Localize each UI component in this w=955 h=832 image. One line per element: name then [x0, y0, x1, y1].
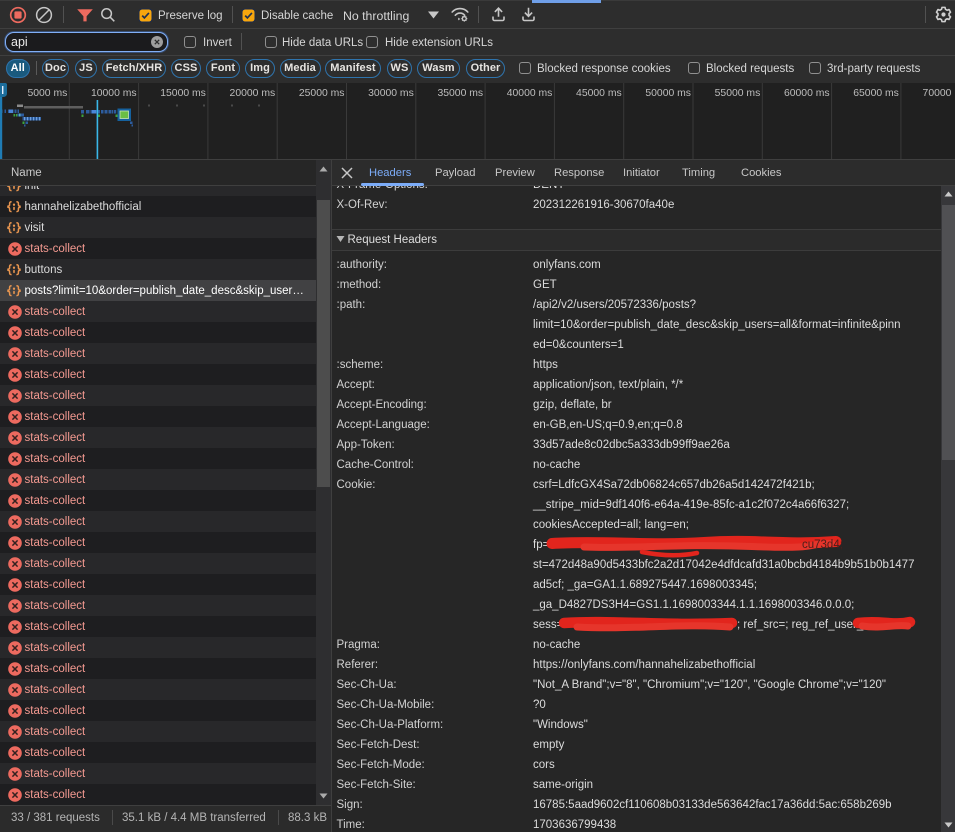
- svg-text:10000 ms: 10000 ms: [91, 88, 137, 99]
- svg-text:60000 ms: 60000 ms: [784, 88, 830, 99]
- svg-text:5000 ms: 5000 ms: [27, 88, 67, 99]
- svg-text:30000 ms: 30000 ms: [368, 88, 414, 99]
- svg-text:20000 ms: 20000 ms: [230, 88, 276, 99]
- svg-text:15000 ms: 15000 ms: [160, 88, 206, 99]
- svg-text:50000 ms: 50000 ms: [645, 88, 691, 99]
- svg-text:35000 ms: 35000 ms: [437, 88, 483, 99]
- svg-text:40000 ms: 40000 ms: [507, 88, 553, 99]
- svg-text:25000 ms: 25000 ms: [299, 88, 345, 99]
- svg-text:70000 ms: 70000 ms: [923, 88, 955, 99]
- svg-text:cu73d4;: cu73d4;: [802, 539, 843, 551]
- svg-text:55000 ms: 55000 ms: [715, 88, 761, 99]
- svg-text:65000 ms: 65000 ms: [853, 88, 899, 99]
- svg-text:45000 ms: 45000 ms: [576, 88, 622, 99]
